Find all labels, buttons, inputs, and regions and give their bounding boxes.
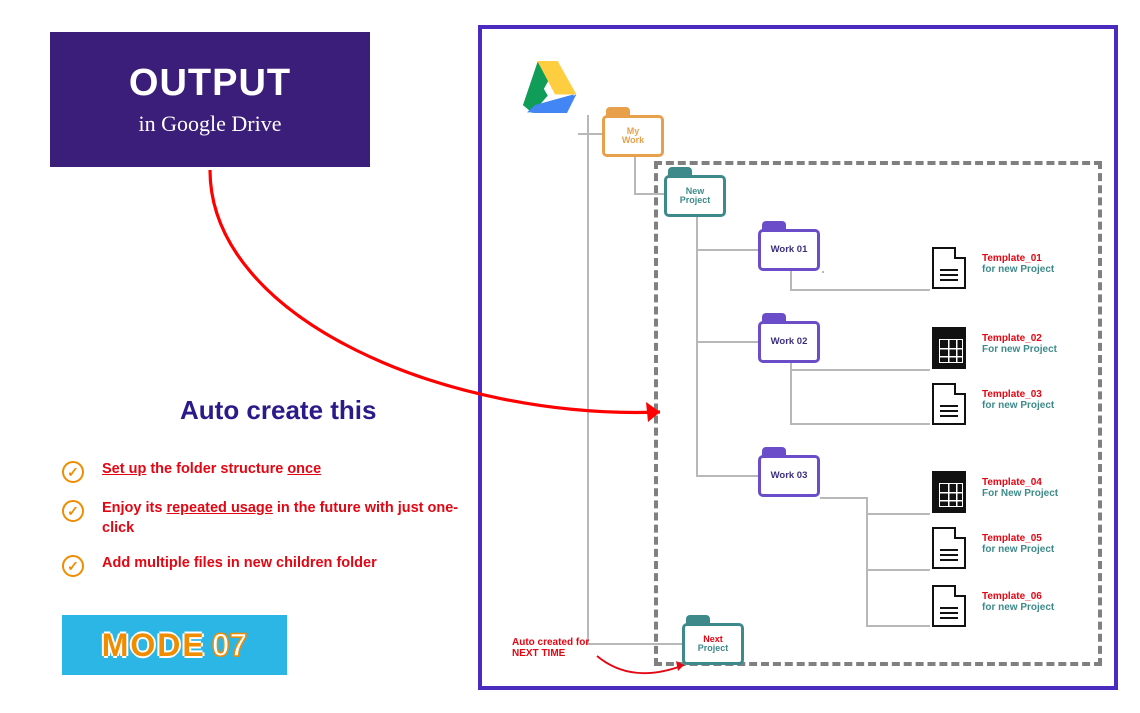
folder-work-03: Work 03 (758, 447, 820, 497)
bullet-2: ✓ Enjoy its repeated usage in the future… (62, 499, 462, 538)
template-label-3: Template_03for new Project (982, 389, 1054, 411)
connector (866, 569, 930, 571)
title-line-1: OUTPUT (129, 62, 291, 105)
connector (866, 625, 930, 627)
file-icon (932, 247, 966, 289)
connector (696, 341, 758, 343)
bullet-2-text: Enjoy its repeated usage in the future w… (102, 499, 462, 538)
next-time-note: Auto created for NEXT TIME (512, 637, 589, 659)
connector (578, 133, 602, 135)
bullet-1-text: Set up the folder structure once (102, 460, 321, 480)
bullet-3: ✓ Add multiple files in new children fol… (62, 554, 462, 577)
check-icon: ✓ (62, 555, 84, 577)
title-box: OUTPUT in Google Drive (50, 32, 370, 167)
bullet-list: ✓ Set up the folder structure once ✓ Enj… (62, 460, 462, 593)
folder-work-01: Work 01 (758, 221, 820, 271)
mode-word: MODE (102, 627, 206, 664)
bullet-1: ✓ Set up the folder structure once (62, 460, 462, 483)
connector (822, 271, 824, 273)
mode-badge: MODE 07 (62, 615, 287, 675)
connector (790, 369, 930, 371)
google-drive-icon (518, 61, 578, 113)
connector (696, 475, 758, 477)
connector (587, 643, 683, 645)
template-label-2: Template_02For new Project (982, 333, 1057, 355)
connector (790, 289, 930, 291)
template-label-6: Template_06for new Project (982, 591, 1054, 613)
bullet-3-text: Add multiple files in new children folde… (102, 554, 377, 574)
connector (866, 497, 868, 627)
template-label-5: Template_05for new Project (982, 533, 1054, 555)
check-icon: ✓ (62, 461, 84, 483)
folder-root: MyWork (602, 107, 664, 157)
connector (790, 423, 930, 425)
connector (820, 497, 868, 499)
arrow-next-time (592, 651, 692, 685)
connector (790, 363, 792, 423)
file-icon (932, 585, 966, 627)
connector (696, 249, 758, 251)
file-icon (932, 471, 966, 513)
file-icon (932, 383, 966, 425)
title-line-2: in Google Drive (139, 111, 282, 137)
check-icon: ✓ (62, 500, 84, 522)
arrow-auto-create (200, 160, 680, 450)
connector (866, 513, 930, 515)
template-label-4: Template_04For New Project (982, 477, 1058, 499)
template-label-1: Template_01for new Project (982, 253, 1054, 275)
mode-number: 07 (212, 627, 248, 664)
file-icon (932, 327, 966, 369)
connector (696, 217, 698, 477)
folder-work-02: Work 02 (758, 313, 820, 363)
connector (790, 271, 792, 291)
file-icon (932, 527, 966, 569)
